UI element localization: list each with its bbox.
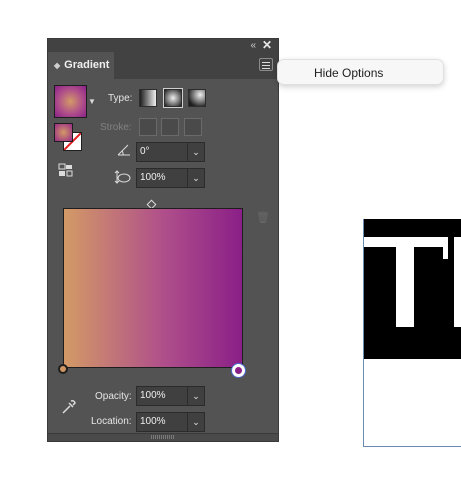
delete-stop-icon[interactable]: 🗑 — [256, 211, 270, 224]
location-field[interactable]: 100% — [136, 412, 188, 432]
swap-icon[interactable] — [58, 163, 74, 177]
angle-field[interactable]: 0° — [136, 142, 188, 162]
panel-tabbar: ◆ Gradient — [48, 52, 278, 79]
chevron-down-icon[interactable]: ▼ — [88, 97, 96, 106]
stroke-along-icon[interactable] — [161, 118, 179, 136]
aspect-ratio-field[interactable]: 100% — [136, 168, 188, 188]
angle-icon — [117, 144, 130, 156]
document-canvas[interactable] — [363, 219, 461, 447]
hide-options-menu-item[interactable]: Hide Options — [277, 59, 444, 85]
stroke-label: Stroke: — [100, 122, 132, 133]
linear-gradient-icon[interactable] — [139, 89, 157, 107]
opacity-field[interactable]: 100% — [136, 386, 188, 406]
gradient-stop-end[interactable] — [232, 364, 245, 377]
eyedropper-icon[interactable] — [60, 398, 76, 416]
gradient-stop-start[interactable] — [58, 364, 68, 374]
gradient-panel: « ✕ ◆ Gradient ▼ Type: Stroke: 0° ⌄ 100% … — [47, 38, 279, 442]
panel-menu-icon[interactable] — [259, 58, 273, 71]
stroke-within-icon[interactable] — [139, 118, 157, 136]
collapse-icon[interactable]: « — [250, 40, 256, 51]
radial-gradient-icon[interactable] — [163, 88, 183, 108]
tab-gradient[interactable]: ◆ Gradient — [48, 52, 114, 79]
type-label: Type: — [108, 93, 133, 104]
opacity-label: Opacity: — [95, 391, 132, 402]
location-label: Location: — [91, 416, 132, 427]
fill-swatch[interactable] — [54, 123, 73, 142]
aspect-ratio-dropdown[interactable]: ⌄ — [187, 168, 205, 188]
tab-reorder-icon: ◆ — [54, 61, 61, 70]
angle-dropdown[interactable]: ⌄ — [187, 142, 205, 162]
resize-grip-icon[interactable] — [151, 435, 175, 439]
gradient-slider[interactable] — [63, 208, 243, 368]
panel-resize-bar[interactable] — [48, 433, 278, 441]
tab-gradient-label: Gradient — [64, 59, 110, 71]
close-icon[interactable]: ✕ — [262, 39, 272, 52]
canvas-artwork — [364, 219, 461, 359]
stroke-across-icon[interactable] — [184, 118, 202, 136]
panel-title-strip[interactable]: « ✕ — [48, 39, 278, 52]
freeform-gradient-icon[interactable] — [188, 89, 206, 107]
location-dropdown[interactable]: ⌄ — [187, 412, 205, 432]
gradient-swatch[interactable] — [54, 85, 87, 118]
opacity-dropdown[interactable]: ⌄ — [187, 386, 205, 406]
aspect-ratio-icon — [114, 170, 131, 184]
